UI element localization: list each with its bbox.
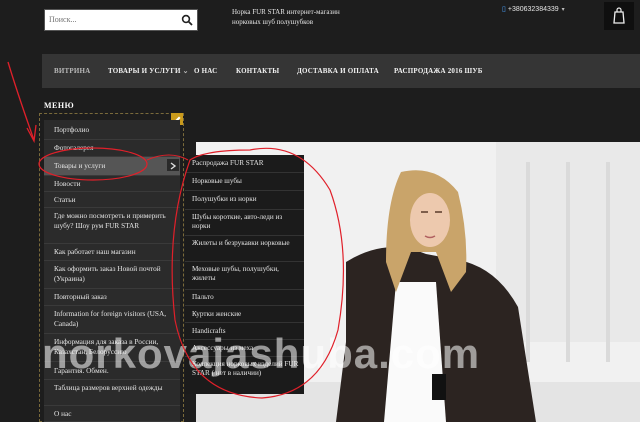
submenu-item-jackets[interactable]: Куртки женские: [185, 306, 304, 323]
menu-item-label: Таблица размеров верхней одежды: [54, 383, 163, 392]
menu-item-size-chart[interactable]: Таблица размеров верхней одежды: [44, 380, 180, 406]
chevron-down-icon: ⌄: [182, 67, 189, 75]
nav-item-contacts[interactable]: КОНТАКТЫ: [236, 67, 279, 75]
submenu-item-vests[interactable]: Жилеты и безрукавки норковые: [185, 236, 304, 262]
main-navigation: ВИТРИНА ТОВАРЫ И УСЛУГИ ⌄ О НАС КОНТАКТЫ…: [42, 54, 640, 88]
search-icon[interactable]: [181, 14, 193, 26]
submenu-item-mink-coats[interactable]: Норковые шубы: [185, 173, 304, 191]
submenu-item-label: Меховые шубы, полушубки, жилеты: [192, 265, 279, 282]
menu-item-label: Новости: [54, 179, 81, 188]
submenu-item-label: Жилеты и безрукавки норковые: [192, 239, 290, 247]
submenu-item-fur-coats[interactable]: Меховые шубы, полушубки, жилеты: [185, 262, 304, 290]
menu-item-label: Повторный заказ: [54, 292, 107, 301]
menu-item-articles[interactable]: Статьи: [44, 192, 180, 208]
submenu-item-label: Пальто: [192, 293, 214, 301]
submenu-item-label: Шубы короткие, авто-леди из норки: [192, 213, 283, 230]
nav-item-about[interactable]: О НАС: [194, 67, 217, 75]
submenu-item-sale[interactable]: Распродажа FUR STAR: [185, 155, 304, 173]
menu-item-label: Information for foreign visitors (USA, C…: [54, 309, 167, 328]
menu-item-showroom[interactable]: Где можно посмотреть и примерить шубу? Ш…: [44, 208, 180, 244]
menu-item-label: Портфолио: [54, 125, 90, 134]
submenu-item-label: Куртки женские: [192, 310, 242, 318]
search-input[interactable]: [49, 12, 175, 27]
nav-item-delivery[interactable]: ДОСТАВКА И ОПЛАТА: [297, 67, 379, 75]
menu-item-label: Товары и услуги: [54, 161, 106, 170]
submenu-item-label: Полушубки из норки: [192, 195, 257, 203]
submenu-item-short-coats[interactable]: Шубы короткие, авто-леди из норки: [185, 210, 304, 236]
menu-item-label: Фотогалерея: [54, 143, 94, 152]
menu-item-portfolio[interactable]: Портфолио: [44, 120, 180, 140]
nav-item-vitrina[interactable]: ВИТРИНА: [54, 67, 90, 75]
chevron-down-icon: ▾: [561, 7, 565, 13]
menu-item-products[interactable]: Товары и услуги: [44, 157, 180, 176]
menu-item-label: Где можно посмотреть и примерить шубу? Ш…: [54, 211, 166, 230]
menu-item-label: О нас: [54, 409, 72, 418]
nav-item-products-label: ТОВАРЫ И УСЛУГИ: [108, 67, 181, 75]
annotation-arrow: [7, 61, 37, 144]
menu-item-order-nova-poshta[interactable]: Как оформить заказ Новой почтой (Украина…: [44, 261, 180, 289]
menu-heading: МЕНЮ: [44, 101, 75, 110]
menu-item-repeat-order[interactable]: Повторный заказ: [44, 289, 180, 306]
menu-item-photogallery[interactable]: Фотогалерея: [44, 140, 180, 157]
phone-icon: ▯: [502, 6, 506, 13]
menu-item-how-shop-works[interactable]: Как работает наш магазин: [44, 244, 180, 261]
submenu-item-mink-half-coats[interactable]: Полушубки из норки: [185, 191, 304, 210]
phone-text: +380632384339: [507, 6, 559, 13]
submenu-item-label: Распродажа FUR STAR: [192, 159, 264, 167]
nav-item-products[interactable]: ТОВАРЫ И УСЛУГИ ⌄: [108, 67, 189, 75]
submenu-item-coats[interactable]: Пальто: [185, 290, 304, 306]
menu-item-news[interactable]: Новости: [44, 176, 180, 192]
menu-item-label: Статьи: [54, 195, 76, 204]
menu-item-label: Как оформить заказ Новой почтой (Украина…: [54, 264, 161, 283]
site-tagline: Норка FUR STAR интернет-магазин норковых…: [232, 8, 340, 26]
watermark: norkovajashuba.com: [42, 330, 481, 377]
menu-item-about[interactable]: О нас: [44, 406, 180, 422]
cart-icon: [613, 7, 625, 24]
cart-button[interactable]: [604, 2, 634, 30]
menu-item-label: Как работает наш магазин: [54, 247, 136, 256]
chevron-right-icon[interactable]: [167, 159, 179, 171]
nav-item-sale[interactable]: РАСПРОДАЖА 2016 ШУБ: [394, 67, 483, 75]
submenu-item-label: Норковые шубы: [192, 177, 242, 185]
search-box[interactable]: [44, 9, 198, 31]
phone-number[interactable]: ▯ +380632384339 ▾: [502, 5, 565, 13]
